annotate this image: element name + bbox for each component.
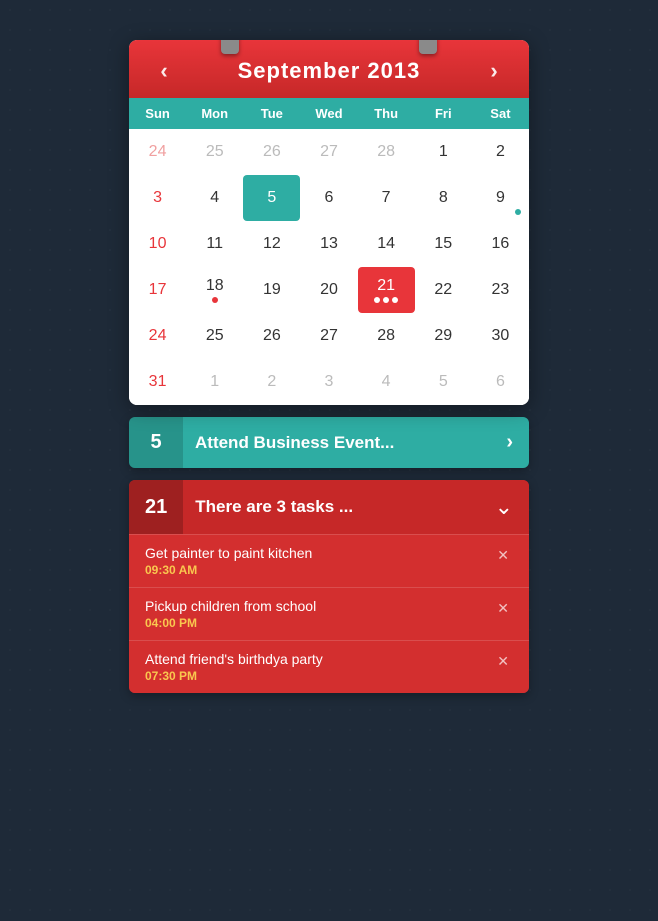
calendar-day-16[interactable]: 16 (472, 221, 529, 267)
day-header-wed: Wed (300, 98, 357, 129)
day-header-sat: Sat (472, 98, 529, 129)
tasks-header[interactable]: 21 There are 3 tasks ... ⌄ (129, 480, 529, 534)
task-item-2: Pickup children from school 04:00 PM ✕ (129, 587, 529, 640)
event-dot (392, 297, 398, 303)
day-headers-row: Sun Mon Tue Wed Thu Fri Sat (129, 98, 529, 129)
event-dot (515, 209, 521, 215)
task-content-3: Attend friend's birthdya party 07:30 PM (145, 651, 493, 683)
day-header-mon: Mon (186, 98, 243, 129)
event-panel-teal[interactable]: 5 Attend Business Event... › (129, 417, 529, 468)
task-name-2: Pickup children from school (145, 598, 493, 614)
calendar-grid: 24 25 26 27 28 1 2 3 4 5 6 7 8 9 10 11 1… (129, 129, 529, 405)
calendar-day-21[interactable]: 21 (358, 267, 415, 313)
calendar-day-30[interactable]: 30 (472, 313, 529, 359)
tasks-date-badge: 21 (129, 480, 183, 534)
calendar-rings (129, 40, 529, 54)
day-header-thu: Thu (358, 98, 415, 129)
event-date-badge: 5 (129, 417, 183, 468)
event-dot (383, 297, 389, 303)
calendar-day-17[interactable]: 17 (129, 267, 186, 313)
day-header-sun: Sun (129, 98, 186, 129)
task-close-button-2[interactable]: ✕ (493, 598, 513, 619)
event-dots-21 (374, 297, 398, 303)
calendar-day-28[interactable]: 28 (358, 313, 415, 359)
calendar-day[interactable]: 5 (415, 359, 472, 405)
calendar-day[interactable]: 3 (300, 359, 357, 405)
ring-left (221, 40, 239, 54)
calendar-day-3[interactable]: 3 (129, 175, 186, 221)
calendar-day-14[interactable]: 14 (358, 221, 415, 267)
prev-month-button[interactable]: ‹ (149, 58, 179, 84)
task-time-3: 07:30 PM (145, 669, 493, 683)
next-month-button[interactable]: › (479, 58, 509, 84)
calendar-day-4[interactable]: 4 (186, 175, 243, 221)
ring-right (419, 40, 437, 54)
calendar-day-31[interactable]: 31 (129, 359, 186, 405)
task-time-1: 09:30 AM (145, 563, 493, 577)
calendar-day-15[interactable]: 15 (415, 221, 472, 267)
calendar-day-6[interactable]: 6 (300, 175, 357, 221)
calendar-title: September 2013 (238, 58, 421, 84)
calendar-day[interactable]: 2 (243, 359, 300, 405)
calendar-day-24[interactable]: 24 (129, 313, 186, 359)
calendar-day[interactable]: 26 (243, 129, 300, 175)
calendar-day-23[interactable]: 23 (472, 267, 529, 313)
task-name-3: Attend friend's birthdya party (145, 651, 493, 667)
calendar-day-11[interactable]: 11 (186, 221, 243, 267)
task-name-1: Get painter to paint kitchen (145, 545, 493, 561)
event-panel-title: Attend Business Event... (183, 419, 490, 467)
tasks-panel-title: There are 3 tasks ... (183, 483, 478, 531)
calendar-day-12[interactable]: 12 (243, 221, 300, 267)
calendar-day-29[interactable]: 29 (415, 313, 472, 359)
day-header-tue: Tue (243, 98, 300, 129)
calendar-widget: ‹ September 2013 › Sun Mon Tue Wed Thu F… (129, 40, 529, 693)
tasks-panel: 21 There are 3 tasks ... ⌄ Get painter t… (129, 480, 529, 693)
calendar-day[interactable]: 25 (186, 129, 243, 175)
calendar-day-8[interactable]: 8 (415, 175, 472, 221)
calendar-day-7[interactable]: 7 (358, 175, 415, 221)
calendar-day-9[interactable]: 9 (472, 175, 529, 221)
calendar-day-5[interactable]: 5 (243, 175, 300, 221)
calendar-day-2[interactable]: 2 (472, 129, 529, 175)
calendar-day-13[interactable]: 13 (300, 221, 357, 267)
calendar-day[interactable]: 24 (129, 129, 186, 175)
event-dots-18 (212, 297, 218, 303)
calendar-day-1[interactable]: 1 (415, 129, 472, 175)
task-item-1: Get painter to paint kitchen 09:30 AM ✕ (129, 534, 529, 587)
task-content-1: Get painter to paint kitchen 09:30 AM (145, 545, 493, 577)
event-dot (374, 297, 380, 303)
calendar-day-27[interactable]: 27 (300, 313, 357, 359)
task-item-3: Attend friend's birthdya party 07:30 PM … (129, 640, 529, 693)
calendar-day[interactable]: 27 (300, 129, 357, 175)
tasks-chevron-icon[interactable]: ⌄ (479, 480, 529, 534)
calendar-day-22[interactable]: 22 (415, 267, 472, 313)
calendar-day-25[interactable]: 25 (186, 313, 243, 359)
calendar-day-26[interactable]: 26 (243, 313, 300, 359)
event-panel-arrow-icon[interactable]: › (490, 417, 529, 468)
task-content-2: Pickup children from school 04:00 PM (145, 598, 493, 630)
task-close-button-1[interactable]: ✕ (493, 545, 513, 566)
day-header-fri: Fri (415, 98, 472, 129)
calendar-day-10[interactable]: 10 (129, 221, 186, 267)
event-dot (212, 297, 218, 303)
calendar-day-18[interactable]: 18 (186, 267, 243, 313)
calendar-day[interactable]: 1 (186, 359, 243, 405)
calendar-day-20[interactable]: 20 (300, 267, 357, 313)
calendar-day[interactable]: 4 (358, 359, 415, 405)
calendar-day[interactable]: 28 (358, 129, 415, 175)
calendar-day-19[interactable]: 19 (243, 267, 300, 313)
calendar-card: ‹ September 2013 › Sun Mon Tue Wed Thu F… (129, 40, 529, 405)
task-time-2: 04:00 PM (145, 616, 493, 630)
calendar-day[interactable]: 6 (472, 359, 529, 405)
task-close-button-3[interactable]: ✕ (493, 651, 513, 672)
